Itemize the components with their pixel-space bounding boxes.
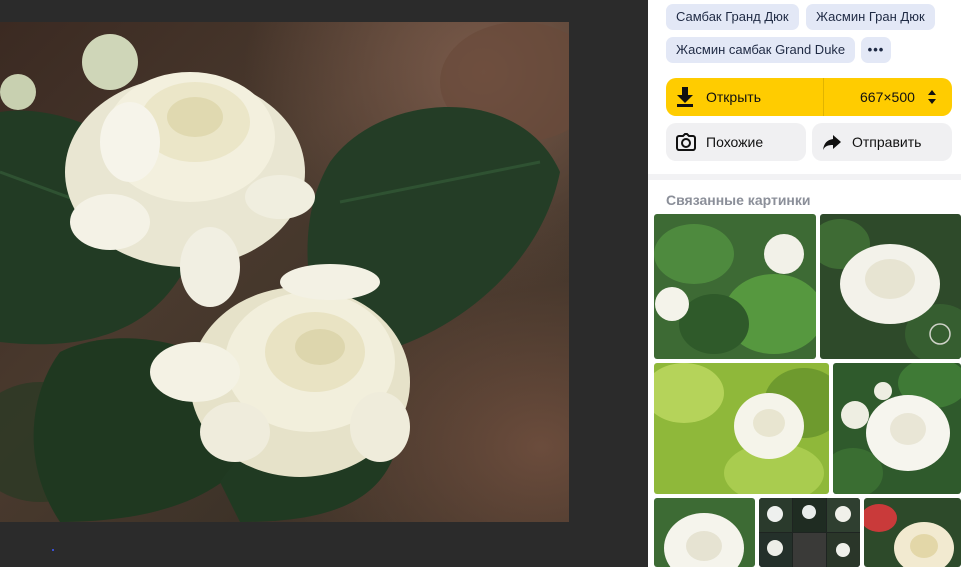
main-image-jasmine[interactable] bbox=[0, 22, 569, 522]
open-button-divider bbox=[823, 78, 824, 116]
panel-top-section: Самбак Гранд Дюк Жасмин Гран Дюк Жасмин … bbox=[648, 0, 961, 174]
open-image-button[interactable]: Открыть 667×500 bbox=[666, 78, 952, 116]
viewer-marker bbox=[52, 549, 54, 551]
image-info-panel: Самбак Гранд Дюк Жасмин Гран Дюк Жасмин … bbox=[648, 0, 961, 567]
share-label: Отправить bbox=[852, 134, 922, 150]
similar-label: Похожие bbox=[706, 134, 764, 150]
related-thumb-4[interactable] bbox=[833, 363, 961, 494]
related-thumb-3[interactable] bbox=[654, 363, 829, 494]
share-arrow-icon bbox=[823, 135, 841, 150]
related-thumb-6[interactable] bbox=[759, 498, 860, 567]
related-image-4 bbox=[833, 363, 961, 494]
related-thumb-2[interactable] bbox=[820, 214, 961, 359]
related-thumb-1[interactable] bbox=[654, 214, 816, 359]
tag-sambac-grand-duke[interactable]: Самбак Гранд Дюк bbox=[666, 4, 799, 30]
similar-images-button[interactable]: Похожие bbox=[666, 123, 806, 161]
camera-lens-icon bbox=[676, 133, 696, 151]
jasmine-photo-drawing bbox=[0, 22, 569, 522]
related-image-3 bbox=[654, 363, 829, 494]
related-images-title: Связанные картинки bbox=[666, 192, 811, 208]
share-button[interactable]: Отправить bbox=[812, 123, 952, 161]
related-image-5 bbox=[654, 498, 755, 567]
related-image-2 bbox=[820, 214, 961, 359]
tag-jasmine-sambac-grand-duke[interactable]: Жасмин самбак Grand Duke bbox=[666, 37, 856, 63]
sort-arrows-icon[interactable] bbox=[928, 89, 936, 105]
tag-jasmine-gran-duke[interactable]: Жасмин Гран Дюк bbox=[806, 4, 935, 30]
image-size-selector[interactable]: 667×500 bbox=[860, 78, 915, 116]
related-image-7 bbox=[864, 498, 961, 567]
related-image-1 bbox=[654, 214, 816, 359]
related-image-6 bbox=[759, 498, 860, 567]
open-label: Открыть bbox=[706, 89, 761, 105]
panel-separator bbox=[648, 174, 961, 180]
related-thumb-7[interactable] bbox=[864, 498, 961, 567]
image-viewer bbox=[0, 0, 645, 567]
download-icon bbox=[677, 87, 693, 107]
related-thumb-5[interactable] bbox=[654, 498, 755, 567]
more-tags-button[interactable]: ••• bbox=[861, 37, 891, 63]
